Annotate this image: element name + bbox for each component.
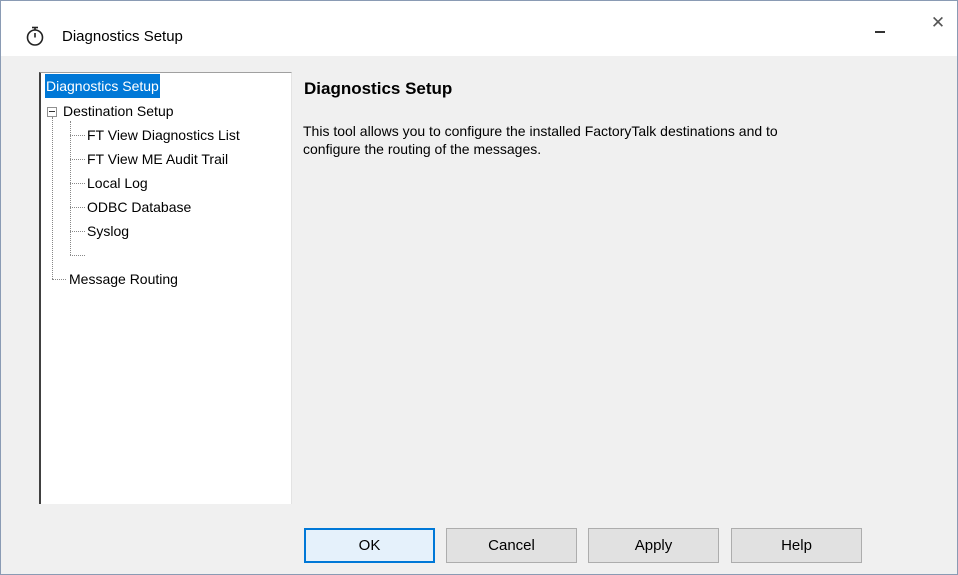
stopwatch-icon [26,26,44,46]
description-line: configure the routing of the messages. [303,141,542,157]
apply-button[interactable]: Apply [588,528,719,563]
tree-item-label: Syslog [87,223,130,239]
panel-title: Diagnostics Setup [304,79,453,98]
tree-item-label: Destination Setup [63,103,174,119]
button-bar: OK Cancel Apply Help [1,506,957,574]
tree-item-ft-view-diagnostics-list[interactable]: FT View Diagnostics List [86,123,241,147]
tree-connector [70,183,85,184]
tree-item-diagnostics-setup[interactable]: Diagnostics Setup [45,74,160,98]
tree-connector [70,207,85,208]
title-bar[interactable]: Diagnostics Setup ✕ [1,1,957,56]
tree-item-message-routing[interactable]: Message Routing [68,267,179,291]
tree-item-syslog[interactable]: Syslog [86,219,130,243]
description-line: This tool allows you to configure the in… [303,123,778,139]
tree-connector [52,279,66,280]
tree-collapse-icon[interactable] [47,107,57,117]
tree-item-label: FT View ME Audit Trail [87,151,229,167]
tree-item-label: FT View Diagnostics List [87,127,240,143]
minimize-button[interactable] [857,1,903,45]
cancel-button[interactable]: Cancel [446,528,577,563]
tree-item-label: Diagnostics Setup [45,74,160,98]
tree-item-label: Message Routing [69,271,178,287]
diagnostics-setup-window: Diagnostics Setup ✕ Diagnostics Setup De… [0,0,958,575]
details-panel: Diagnostics Setup This tool allows you t… [292,72,933,504]
tree-item-local-log[interactable]: Local Log [86,171,149,195]
help-button[interactable]: Help [731,528,862,563]
tree-connector [70,255,85,256]
panel-description: This tool allows you to configure the in… [303,122,903,158]
tree-connector [70,159,85,160]
minimize-icon [875,31,885,33]
tree-item-odbc-database[interactable]: ODBC Database [86,195,192,219]
tree-item-destination-setup[interactable]: Destination Setup [62,99,175,123]
dialog-body: Diagnostics Setup Destination Setup FT V… [21,56,937,506]
ok-button[interactable]: OK [304,528,435,563]
tree-item-ft-view-me-audit-trail[interactable]: FT View ME Audit Trail [86,147,229,171]
tree-item-label: ODBC Database [87,199,192,215]
close-button[interactable]: ✕ [915,1,958,45]
tree-connector [70,121,71,255]
tree-connector [70,135,85,136]
tree-item-label: Local Log [87,175,148,191]
tree-connector [70,231,85,232]
tree-connector [52,117,53,279]
close-icon: ✕ [930,13,946,32]
window-title: Diagnostics Setup [62,28,183,45]
navigation-tree[interactable]: Diagnostics Setup Destination Setup FT V… [39,72,292,504]
